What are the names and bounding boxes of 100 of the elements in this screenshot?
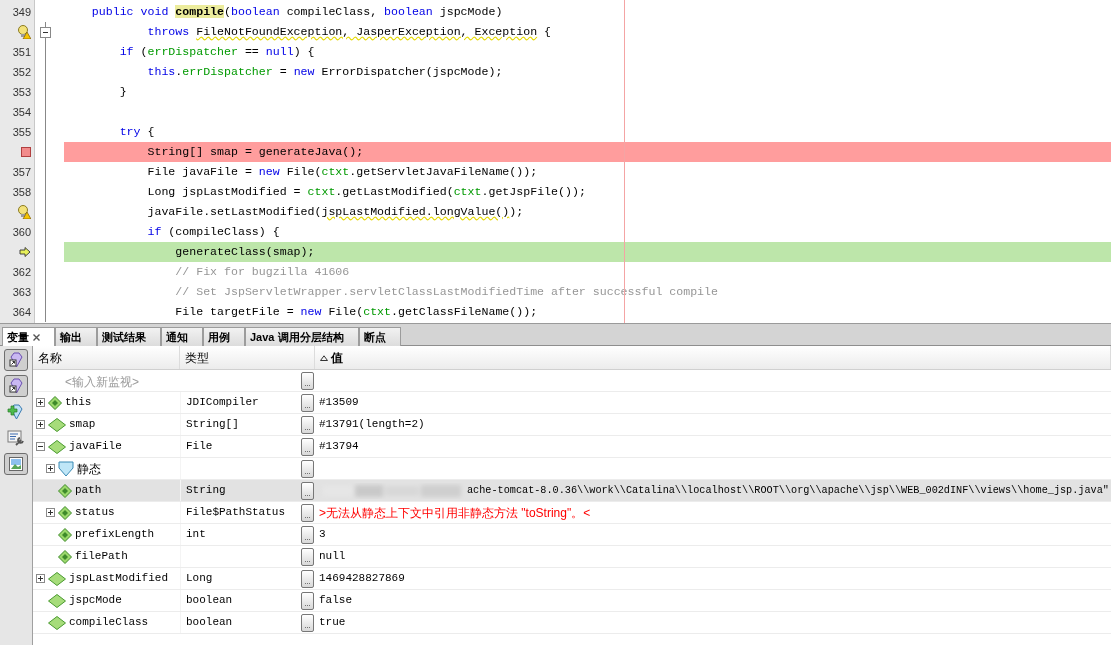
variable-name: jspcMode xyxy=(69,593,122,609)
toolbar-button[interactable] xyxy=(4,349,28,371)
code-line: String[] smap = generateJava(); xyxy=(146,144,364,160)
edit-value-button[interactable]: ... xyxy=(301,569,314,588)
variable-type: File$PathStatus xyxy=(186,505,286,521)
field-icon xyxy=(58,483,72,498)
edit-value-button[interactable]: ... xyxy=(301,459,314,478)
edit-value-button[interactable]: ... xyxy=(301,591,314,610)
panel-tab[interactable]: 测试结果 xyxy=(97,327,161,346)
code-line: // Fix for bugzilla 41606 xyxy=(174,264,350,280)
expand-toggle[interactable] xyxy=(36,574,45,583)
variable-type: String[] xyxy=(186,417,239,433)
code-line: if (compileClass) { xyxy=(146,224,280,240)
shield-icon xyxy=(58,460,74,477)
edit-value-button[interactable]: ... xyxy=(301,393,314,412)
variable-value: false xyxy=(319,593,352,609)
variable-value: #13509 xyxy=(319,395,359,411)
line-number: 358 xyxy=(12,184,31,200)
code-line: javaFile.setLastModified(jspLastModified.longValue()); xyxy=(146,204,524,220)
line-number: 357 xyxy=(12,164,31,180)
selected-row[interactable]: path String ... ache-tomcat-8.0.36\\work\\Catalina\\localhost\\ROOT\\org\\apache\\jsp\\WEB_002dINF\\views\\home_jsp.java" xyxy=(33,480,1111,502)
toolbar-button[interactable] xyxy=(4,453,28,475)
code-line: public void compile(boolean compileClass, boolean jspcMode) xyxy=(90,4,503,20)
column-title: 名称 xyxy=(38,349,62,367)
variable-value: >无法从静态上下文中引用非静态方法 "toString"。< xyxy=(319,504,591,522)
edit-value-button[interactable]: ... xyxy=(301,481,314,500)
gem-arrow-icon xyxy=(8,352,24,368)
line-number: 354 xyxy=(12,104,31,120)
variable-type: JDICompiler xyxy=(186,395,259,411)
panel-tab[interactable]: 输出 xyxy=(55,327,97,346)
collapse-toggle[interactable] xyxy=(36,442,45,451)
variable-icon xyxy=(48,571,66,586)
line-number: 352 xyxy=(12,64,31,80)
edit-value-button[interactable]: ... xyxy=(301,547,314,566)
code-line: this.errDispatcher = new ErrorDispatcher(jspcMode); xyxy=(146,64,503,80)
field-icon xyxy=(48,395,62,410)
edit-value-button[interactable]: ... xyxy=(301,437,314,456)
field-icon xyxy=(58,505,72,520)
variable-icon xyxy=(48,615,66,630)
variable-name: compileClass xyxy=(69,615,149,631)
code-line: if (errDispatcher == null) { xyxy=(118,44,315,60)
column-header[interactable]: 名称 xyxy=(33,346,180,369)
expand-toggle[interactable] xyxy=(36,420,45,429)
close-icon[interactable] xyxy=(33,333,40,341)
settings-icon xyxy=(7,430,25,446)
variable-icon xyxy=(48,593,66,608)
column-header[interactable]: 值 xyxy=(315,346,1111,369)
edit-value-button[interactable]: ... xyxy=(301,503,314,522)
field-icon xyxy=(58,527,72,542)
variable-value: ache-tomcat-8.0.36\\work\\Catalina\\localhost\\ROOT\\org\\apache\\jsp\\WEB_002dINF\\views\\home_jsp.java" xyxy=(467,483,1109,498)
variable-type: boolean xyxy=(186,593,233,609)
code-line: generateClass(smap); xyxy=(174,244,315,260)
code-line: } xyxy=(118,84,127,100)
edit-value-button[interactable]: ... xyxy=(301,415,314,434)
variable-name: path xyxy=(75,483,102,499)
variable-value: null xyxy=(319,549,346,565)
variable-type: boolean xyxy=(186,615,233,631)
line-number: 351 xyxy=(12,44,31,60)
toolbar-button[interactable] xyxy=(4,375,28,397)
variable-value: #13794 xyxy=(319,439,359,455)
image-icon xyxy=(8,456,24,472)
variable-name: prefixLength xyxy=(75,527,155,543)
gem-arrow-icon xyxy=(8,378,24,394)
variable-icon xyxy=(48,417,66,432)
panel-tab[interactable]: 断点 xyxy=(358,327,401,346)
column-header[interactable]: 类型 xyxy=(180,346,315,369)
code-line: try { xyxy=(118,124,155,140)
expand-toggle[interactable] xyxy=(46,464,55,473)
variable-value: #13791(length=2) xyxy=(319,417,425,433)
variable-value: 1469428827869 xyxy=(319,571,405,587)
line-number: 355 xyxy=(12,124,31,140)
code-line: File javaFile = new File(ctxt.getServletJavaFileName()); xyxy=(146,164,538,180)
variable-name: 静态 xyxy=(77,460,101,478)
variable-name: javaFile xyxy=(69,439,122,455)
variable-value: true xyxy=(319,615,346,631)
panel-tab[interactable]: 用例 xyxy=(203,327,245,346)
code-line: throws FileNotFoundException, JasperException, Exception { xyxy=(146,24,552,40)
variable-name: jspLastModified xyxy=(69,571,169,587)
code-line: File targetFile = new File(ctxt.getClassFileName()); xyxy=(174,304,538,320)
field-icon xyxy=(58,549,72,564)
variable-type: File xyxy=(186,439,213,455)
variable-icon xyxy=(48,439,66,454)
variable-name: status xyxy=(75,505,115,521)
expand-toggle[interactable] xyxy=(36,398,45,407)
expand-toggle[interactable] xyxy=(46,508,55,517)
variable-name: this xyxy=(65,395,92,411)
edit-value-button[interactable]: ... xyxy=(301,371,314,390)
warning-bulb-icon[interactable] xyxy=(17,25,31,39)
edit-value-button[interactable]: ... xyxy=(301,613,314,632)
panel-tab[interactable]: Java 调用分层结构 xyxy=(245,327,359,346)
panel-tab[interactable]: 通知 xyxy=(161,327,203,346)
gem-add-icon xyxy=(7,404,25,420)
panel-tab[interactable]: 变量 xyxy=(2,327,55,346)
line-number: 362 xyxy=(12,264,31,280)
edit-value-button[interactable]: ... xyxy=(301,525,314,544)
variable-value: 3 xyxy=(319,527,326,543)
warning-bulb-icon[interactable] xyxy=(17,205,31,219)
line-number: 349 xyxy=(12,4,31,20)
variable-name: smap xyxy=(69,417,96,433)
fold-toggle[interactable] xyxy=(40,26,51,38)
